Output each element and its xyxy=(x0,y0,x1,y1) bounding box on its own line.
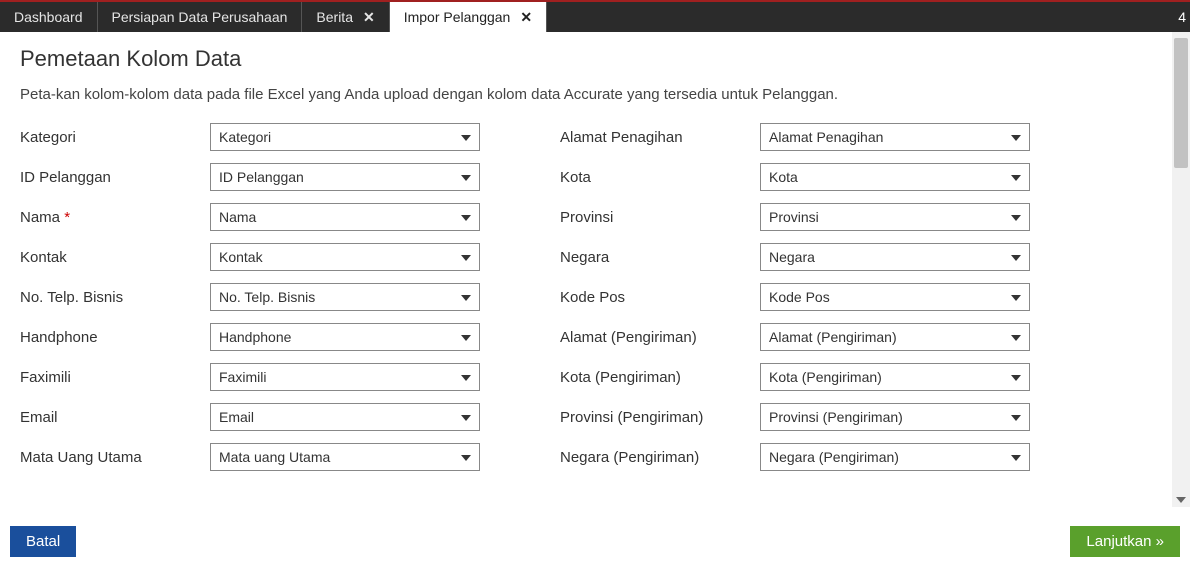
page-title: Pemetaan Kolom Data xyxy=(20,46,1152,72)
select-provinsi-pengiriman[interactable]: Provinsi (Pengiriman) xyxy=(760,403,1030,431)
select-kode-pos[interactable]: Kode Pos xyxy=(760,283,1030,311)
select-mata-uang[interactable]: Mata uang Utama xyxy=(210,443,480,471)
select-telp-bisnis[interactable]: No. Telp. Bisnis xyxy=(210,283,480,311)
close-icon[interactable]: ✕ xyxy=(363,10,375,24)
tab-berita[interactable]: Berita ✕ xyxy=(302,2,389,32)
field-label-kontak: Kontak xyxy=(20,249,210,266)
select-id-pelanggan[interactable]: ID Pelanggan xyxy=(210,163,480,191)
select-alamat-pengiriman[interactable]: Alamat (Pengiriman) xyxy=(760,323,1030,351)
tab-bar: Dashboard Persiapan Data Perusahaan Beri… xyxy=(0,0,1190,32)
tab-label: Persiapan Data Perusahaan xyxy=(112,9,288,25)
field-label-provinsi: Provinsi xyxy=(560,209,760,226)
field-label-kota: Kota xyxy=(560,169,760,186)
field-label-provinsi-pengiriman: Provinsi (Pengiriman) xyxy=(560,409,760,426)
field-label-telp-bisnis: No. Telp. Bisnis xyxy=(20,289,210,306)
select-negara[interactable]: Negara xyxy=(760,243,1030,271)
field-label-id-pelanggan: ID Pelanggan xyxy=(20,169,210,186)
select-handphone[interactable]: Handphone xyxy=(210,323,480,351)
main-content: Pemetaan Kolom Data Peta-kan kolom-kolom… xyxy=(0,32,1172,507)
field-label-alamat-penagihan: Alamat Penagihan xyxy=(560,129,760,146)
select-kontak[interactable]: Kontak xyxy=(210,243,480,271)
select-email[interactable]: Email xyxy=(210,403,480,431)
tab-label: Impor Pelanggan xyxy=(404,9,511,25)
select-provinsi[interactable]: Provinsi xyxy=(760,203,1030,231)
field-label-negara-pengiriman: Negara (Pengiriman) xyxy=(560,449,760,466)
field-label-negara: Negara xyxy=(560,249,760,266)
close-icon[interactable]: ✕ xyxy=(520,10,532,24)
tab-label: Dashboard xyxy=(14,9,83,25)
select-nama[interactable]: Nama xyxy=(210,203,480,231)
footer: Batal Lanjutkan » xyxy=(0,518,1190,567)
select-kategori[interactable]: Kategori xyxy=(210,123,480,151)
tab-persiapan-data[interactable]: Persiapan Data Perusahaan xyxy=(98,2,303,32)
field-label-kategori: Kategori xyxy=(20,129,210,146)
select-alamat-penagihan[interactable]: Alamat Penagihan xyxy=(760,123,1030,151)
chevron-down-icon[interactable] xyxy=(1176,497,1186,503)
field-label-mata-uang: Mata Uang Utama xyxy=(20,449,210,466)
vertical-scrollbar[interactable] xyxy=(1172,32,1190,507)
continue-button[interactable]: Lanjutkan » xyxy=(1070,526,1180,557)
field-label-alamat-pengiriman: Alamat (Pengiriman) xyxy=(560,329,760,346)
mapping-grid: Kategori Kategori Alamat Penagihan Alama… xyxy=(20,123,1152,471)
page-description: Peta-kan kolom-kolom data pada file Exce… xyxy=(20,86,1152,103)
select-negara-pengiriman[interactable]: Negara (Pengiriman) xyxy=(760,443,1030,471)
field-label-kota-pengiriman: Kota (Pengiriman) xyxy=(560,369,760,386)
cancel-button[interactable]: Batal xyxy=(10,526,76,557)
tab-dashboard[interactable]: Dashboard xyxy=(0,2,98,32)
topbar-counter: 4 xyxy=(1174,2,1190,32)
field-label-handphone: Handphone xyxy=(20,329,210,346)
tab-label: Berita xyxy=(316,9,353,25)
select-kota[interactable]: Kota xyxy=(760,163,1030,191)
field-label-nama: Nama * xyxy=(20,209,210,226)
field-label-kode-pos: Kode Pos xyxy=(560,289,760,306)
field-label-faximili: Faximili xyxy=(20,369,210,386)
select-faximili[interactable]: Faximili xyxy=(210,363,480,391)
required-asterisk: * xyxy=(64,209,70,226)
field-label-email: Email xyxy=(20,409,210,426)
select-kota-pengiriman[interactable]: Kota (Pengiriman) xyxy=(760,363,1030,391)
scrollbar-thumb[interactable] xyxy=(1174,38,1188,168)
tab-impor-pelanggan[interactable]: Impor Pelanggan ✕ xyxy=(390,2,547,32)
